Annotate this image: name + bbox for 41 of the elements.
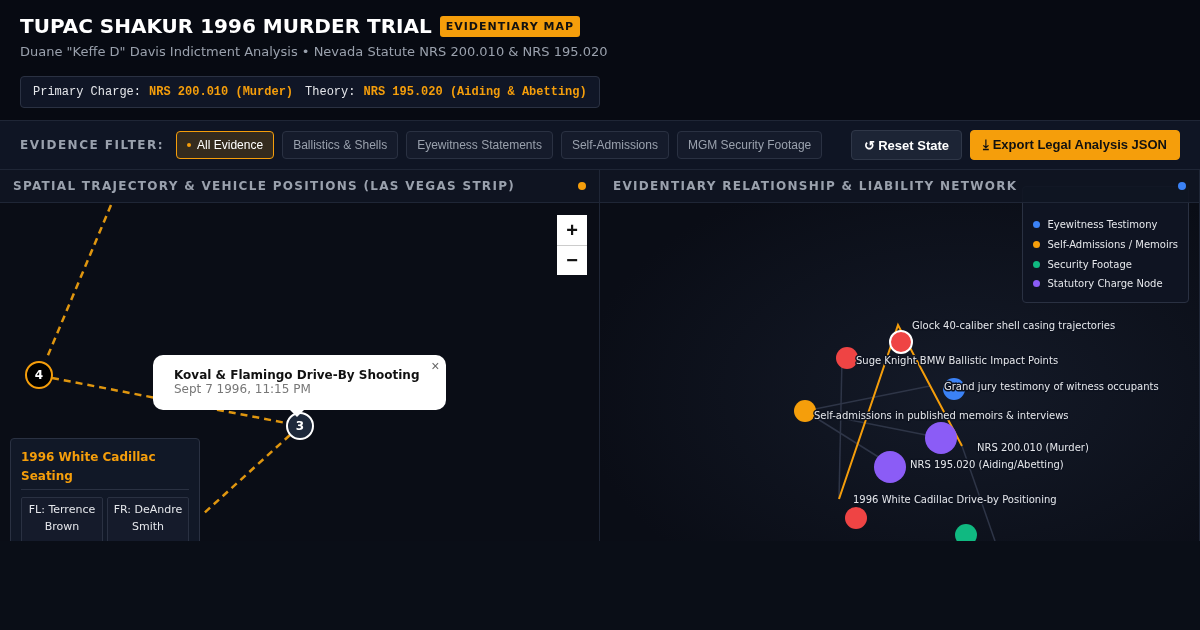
legend-label: Statutory Charge Node (1047, 278, 1163, 290)
seat-box: FR: DeAndre Smith (107, 497, 189, 541)
filter-chip[interactable]: Self-Admissions (560, 131, 669, 159)
card-title: 1996 White Cadillac Seating (21, 448, 189, 491)
close-button[interactable]: × (431, 358, 440, 374)
filter-chip[interactable]: Ballistics & Shells (282, 131, 399, 159)
page-title: TUPAC SHAKUR 1996 MURDER TRIAL (20, 14, 432, 38)
zoom-out-button[interactable]: − (557, 245, 587, 275)
page-subtitle: Duane "Keffe D" Davis Indictment Analysis • Nevada Statute NRS 200.010 & NRS 195.020 (20, 44, 609, 59)
legend-label: Self-Admissions / Memoirs (1047, 239, 1178, 251)
network-node[interactable] (874, 451, 906, 483)
node-label: NRS 195.020 (Aiding/Abetting) (910, 459, 1064, 470)
export-button[interactable]: ⤓ Export Legal Analysis JSON (970, 130, 1180, 160)
network-node[interactable] (889, 330, 913, 354)
network-node[interactable] (845, 507, 867, 529)
network-node[interactable] (955, 524, 977, 541)
charge-label: Theory: (305, 85, 356, 99)
node-label: NRS 200.010 (Murder) (977, 442, 1089, 453)
panel-title: EVIDENTIARY RELATIONSHIP & LIABILITY NETWORK (613, 179, 1018, 193)
charge-value: NRS 200.010 (Murder) (149, 85, 294, 99)
node-label: 1996 White Cadillac Drive-by Positioning (853, 494, 1057, 505)
charge-label: Primary Charge: (33, 85, 142, 99)
popup-title: Koval & Flamingo Drive-By Shooting (174, 368, 420, 382)
legend-label: Eyewitness Testimony (1047, 219, 1158, 231)
filter-chip[interactable]: Eyewitness Statements (406, 131, 553, 159)
filter-chip[interactable]: MGM Security Footage (676, 131, 823, 159)
seat-box: FL: Terrence Brown (21, 497, 103, 541)
panel-title: SPATIAL TRAJECTORY & VEHICLE POSITIONS (LAS VEGAS STRIP) (13, 179, 516, 193)
popup-time: Sept 7 1996, 11:15 PM (174, 382, 312, 396)
legend-label: Security Footage (1047, 258, 1132, 270)
node-label: Glock 40-caliber shell casing trajectories (912, 320, 1116, 331)
map-marker[interactable]: 3 (286, 412, 314, 440)
filter-chip[interactable]: All Evidence (176, 131, 275, 159)
filter-label: EVIDENCE FILTER: (20, 138, 165, 152)
network-node[interactable] (836, 347, 858, 369)
map-marker[interactable]: 4 (25, 361, 53, 389)
reset-button[interactable]: ↺ Reset State (850, 130, 963, 160)
map-badge: EVIDENTIARY MAP (439, 15, 580, 37)
network-node[interactable] (794, 400, 816, 422)
network-node[interactable] (925, 422, 957, 454)
charge-value: NRS 195.020 (Aiding & Abetting) (363, 85, 587, 99)
